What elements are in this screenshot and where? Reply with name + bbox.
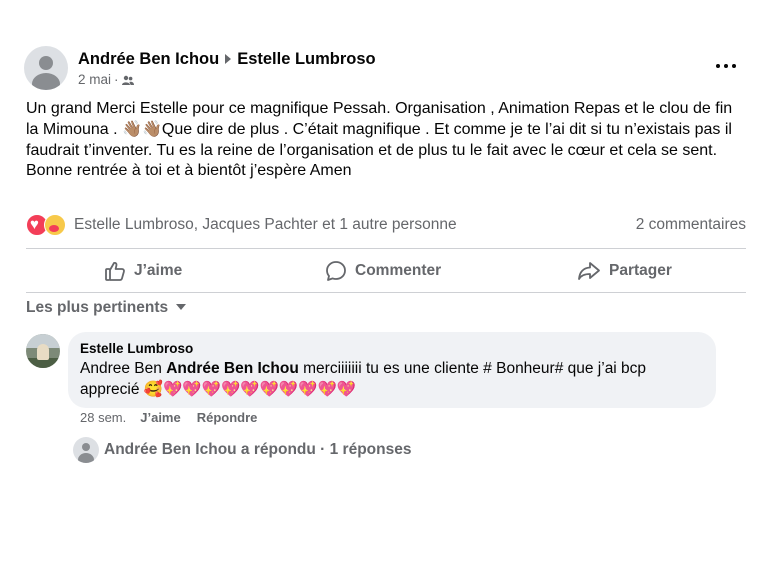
post-meta: 2 mai · (78, 72, 134, 87)
comment-count[interactable]: 2 commentaires (636, 216, 746, 234)
comment-text: Andree Ben Andrée Ben Ichou merciiiiiii … (80, 359, 700, 400)
post-body: Un grand Merci Estelle pour ce magnifiqu… (26, 99, 748, 182)
more-dot (732, 64, 736, 68)
meta-separator: · (114, 72, 119, 87)
reactions-summary: Estelle Lumbroso, Jacques Pachter et 1 a… (26, 213, 746, 237)
comment-reply-link[interactable]: Répondre (197, 410, 258, 425)
replies-label: Andrée Ben Ichou a répondu · 1 réponses (104, 441, 412, 458)
divider (26, 292, 746, 293)
thumbs-up-icon (105, 261, 125, 281)
post-paragraph: Bonne rentrée à toi et à bientôt j’espèr… (26, 162, 352, 180)
share-icon (578, 262, 600, 280)
more-dot (716, 64, 720, 68)
chevron-down-icon (176, 304, 187, 310)
avatar-body (32, 73, 60, 90)
avatar-photo-figure (37, 344, 49, 360)
avatar-body (78, 453, 94, 463)
comment-button[interactable]: Commenter (325, 250, 441, 292)
reaction-icons[interactable] (26, 214, 70, 236)
divider (26, 248, 746, 249)
like-button-label: J’aime (134, 262, 183, 279)
avatar-head (82, 443, 90, 451)
comment-author[interactable]: Estelle Lumbroso (80, 341, 193, 356)
action-bar: J’aime Commenter Partager (26, 250, 746, 292)
comment-sort-dropdown[interactable]: Les plus pertinents (26, 299, 187, 317)
avatar-head (39, 56, 53, 70)
friends-icon[interactable] (121, 75, 134, 86)
post-paragraph: Un grand Merci Estelle pour ce magnifiqu… (26, 100, 733, 159)
sort-label: Les plus pertinents (26, 299, 169, 316)
comment-bubble: Estelle Lumbroso Andree Ben Andrée Ben I… (68, 332, 716, 408)
post-recipient-name[interactable]: Estelle Lumbroso (237, 50, 375, 68)
like-button[interactable]: J’aime (104, 250, 182, 292)
author-avatar[interactable] (24, 46, 68, 90)
share-button-label: Partager (609, 262, 672, 279)
comment-like-link[interactable]: J’aime (140, 410, 180, 425)
post-author-name[interactable]: Andrée Ben Ichou (78, 50, 219, 68)
post-header: Andrée Ben Ichou Estelle Lumbroso 2 mai · (24, 46, 746, 92)
more-options-icon[interactable] (714, 56, 738, 76)
care-reaction-icon (44, 214, 66, 236)
post-date[interactable]: 2 mai (78, 72, 111, 87)
more-dot (724, 64, 728, 68)
reaction-names[interactable]: Estelle Lumbroso, Jacques Pachter et 1 a… (74, 216, 457, 234)
commenter-avatar[interactable] (26, 334, 60, 368)
comment-button-label: Commenter (355, 262, 442, 279)
comment-meta: 28 sem. J’aime Répondre (80, 410, 257, 425)
comment-mention[interactable]: Andrée Ben Ichou (166, 360, 299, 377)
view-replies[interactable]: Andrée Ben Ichou a répondu · 1 réponses (73, 437, 573, 463)
comment-text-prefix: Andree Ben (80, 360, 167, 377)
replier-avatar (73, 437, 99, 463)
post-names: Andrée Ben Ichou Estelle Lumbroso (78, 50, 376, 69)
comment-time[interactable]: 28 sem. (80, 410, 126, 425)
comment-icon (326, 261, 346, 281)
triangle-right-icon (225, 54, 232, 65)
share-button[interactable]: Partager (577, 250, 672, 292)
